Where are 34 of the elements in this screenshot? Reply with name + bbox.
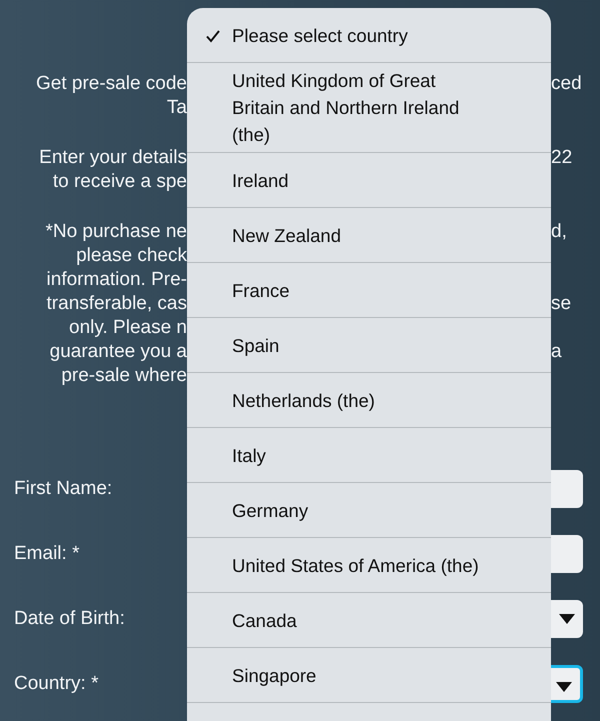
caret-icon <box>556 682 572 692</box>
menu-option[interactable]: Singapore <box>187 648 551 703</box>
intro-text: Get pre-sale code <box>36 72 187 96</box>
menu-option[interactable]: United States of America (the) <box>187 538 551 593</box>
intro-text: only. Please n <box>69 316 187 340</box>
menu-option[interactable]: United Kingdom of Great Britain and Northern Ireland (the) <box>187 63 551 153</box>
intro-text: se <box>551 293 572 314</box>
menu-option[interactable]: Germany <box>187 483 551 538</box>
menu-option[interactable]: Ireland <box>187 153 551 208</box>
menu-option[interactable]: France <box>187 263 551 318</box>
field-label: Country: * <box>13 672 100 694</box>
intro-text: pre-sale where <box>61 364 187 388</box>
field-label: Email: * <box>13 542 80 564</box>
menu-option[interactable]: New Zealand <box>187 208 551 263</box>
menu-option[interactable]: Netherlands (the) <box>187 373 551 428</box>
intro-text: Ta <box>166 96 187 120</box>
field-label: First Name: <box>13 478 114 500</box>
intro-text: information. Pre- <box>46 268 187 292</box>
menu-option[interactable]: Canada <box>187 593 551 648</box>
intro-text: to receive a spe <box>52 170 187 194</box>
intro-text: guarantee you a <box>50 340 187 364</box>
field-label: Date of Birth: <box>13 608 126 630</box>
menu-option[interactable]: Please select country <box>187 8 551 63</box>
intro-text: Enter your details <box>39 146 187 170</box>
intro-text: 22 <box>551 147 572 168</box>
menu-option[interactable]: Italy <box>187 428 551 483</box>
intro-text: a <box>551 341 562 362</box>
intro-text: transferable, cas <box>46 292 187 316</box>
intro-text: ced <box>551 73 582 94</box>
intro-text: please check <box>76 244 187 268</box>
menu-option[interactable]: Spain <box>187 318 551 373</box>
intro-text: *No purchase ne <box>45 220 187 244</box>
caret-icon <box>559 614 575 624</box>
intro-text: d, <box>551 221 567 242</box>
